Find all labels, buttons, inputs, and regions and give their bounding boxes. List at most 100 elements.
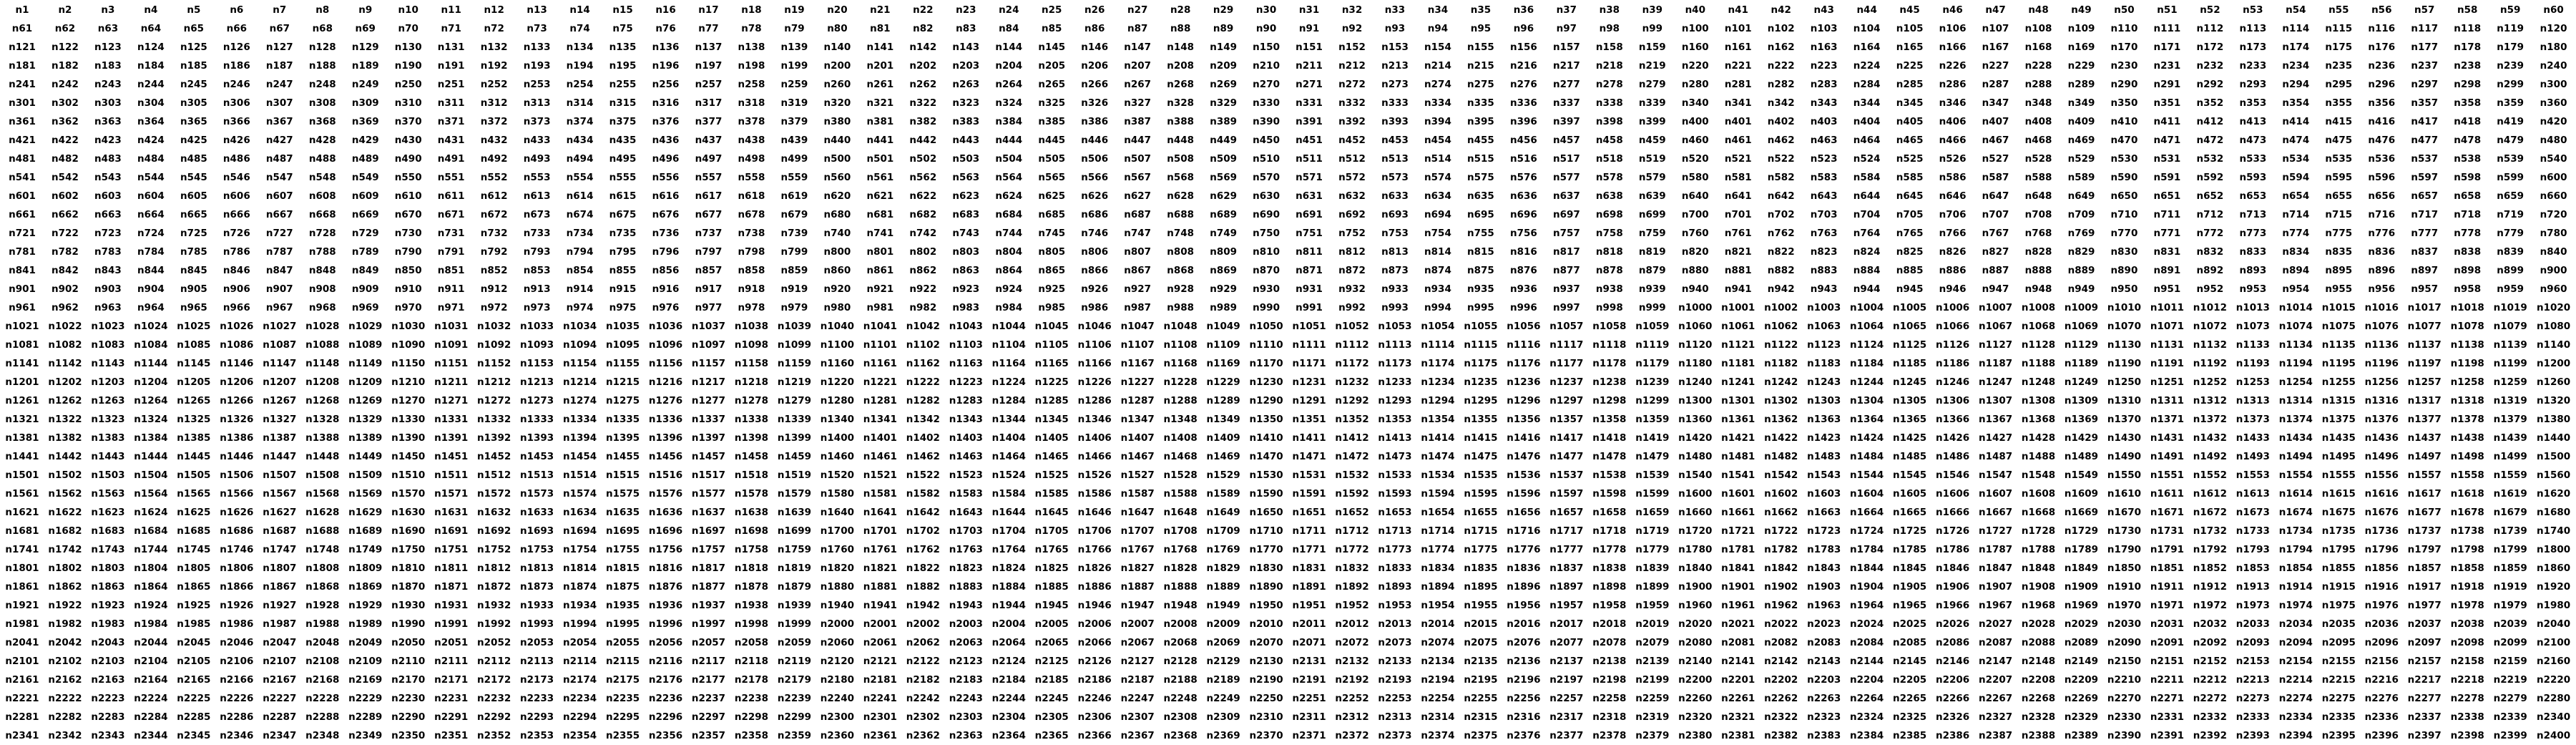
grid-cell: n1818 [734, 563, 769, 574]
grid-cell: n1012 [2193, 302, 2227, 313]
grid-cell: n882 [1767, 265, 1795, 276]
grid-cell: n1369 [2064, 414, 2099, 425]
grid-cell: n1237 [1549, 376, 1584, 388]
grid-cell: n1104 [991, 339, 1026, 351]
grid-cell: n1355 [1464, 414, 1498, 425]
grid-cell: n1688 [305, 525, 340, 537]
grid-cell: n995 [1467, 302, 1494, 313]
grid-cell: n2169 [348, 674, 383, 686]
grid-cell: n2160 [2536, 656, 2571, 667]
grid-cell: n1370 [2107, 414, 2142, 425]
grid-cell: n1300 [1678, 395, 1713, 406]
grid-cell: n1219 [777, 376, 812, 388]
grid-cell: n695 [1467, 209, 1494, 220]
grid-cell: n2311 [1292, 711, 1326, 723]
grid-cell: n938 [1595, 283, 1623, 295]
grid-cell: n1191 [2150, 358, 2185, 369]
grid-cell: n846 [222, 265, 250, 276]
grid-cell: n2236 [648, 693, 683, 704]
grid-cell: n2308 [1163, 711, 1198, 723]
grid-cell: n841 [9, 265, 36, 276]
grid-cell: n778 [2454, 228, 2482, 239]
grid-cell: n621 [866, 190, 894, 202]
grid-cell: n727 [265, 228, 293, 239]
grid-cell: n177 [2411, 42, 2439, 53]
grid-cell: n1454 [562, 451, 597, 462]
grid-cell: n1088 [305, 339, 340, 351]
grid-cell: n354 [2282, 97, 2310, 109]
grid-cell: n2364 [991, 730, 1026, 741]
grid-cell: n466 [1939, 135, 1967, 146]
grid-cell: n2082 [1764, 637, 1798, 648]
grid-cell: n2306 [1077, 711, 1112, 723]
grid-cell: n517 [1552, 153, 1580, 165]
grid-cell: n1965 [1893, 600, 1927, 611]
grid-cell: n489 [351, 153, 379, 165]
grid-cell: n1163 [949, 358, 983, 369]
grid-cell: n681 [866, 209, 894, 220]
grid-cell: n1705 [1034, 525, 1069, 537]
grid-cell: n4 [144, 4, 158, 16]
grid-cell: n341 [1724, 97, 1752, 109]
grid-cell: n1221 [863, 376, 897, 388]
grid-cell: n432 [480, 135, 508, 146]
grid-cell: n603 [94, 190, 122, 202]
grid-cell: n1157 [691, 358, 726, 369]
grid-cell: n1775 [1464, 544, 1498, 555]
grid-cell: n326 [1081, 97, 1109, 109]
grid-cell: n968 [308, 302, 336, 313]
grid-cell: n1587 [1120, 488, 1155, 500]
grid-cell: n381 [866, 116, 894, 127]
grid-cell: n1652 [1335, 507, 1369, 518]
grid-cell: n679 [780, 209, 808, 220]
grid-row: n661 n662 n663 n664 n665 n666 n667 n668 n669 n670… [1, 206, 2575, 223]
grid-cell: n1447 [263, 451, 297, 462]
grid-cell: n138 [738, 42, 765, 53]
grid-cell: n744 [995, 228, 1023, 239]
grid-cell: n1627 [263, 507, 297, 518]
grid-cell: n1844 [1850, 563, 1884, 574]
grid-cell: n1921 [5, 600, 39, 611]
grid-cell: n2227 [263, 693, 297, 704]
grid-cell: n1036 [648, 321, 683, 332]
grid-cell: n1527 [1120, 469, 1155, 481]
grid-cell: n2251 [1292, 693, 1326, 704]
grid-cell: n1289 [1206, 395, 1240, 406]
grid-cell: n1284 [991, 395, 1026, 406]
grid-cell: n1822 [906, 563, 940, 574]
grid-cell: n2142 [1764, 656, 1798, 667]
grid-cell: n74 [569, 23, 590, 34]
grid-cell: n838 [2454, 246, 2482, 258]
grid-cell: n193 [523, 60, 551, 72]
grid-cell: n1684 [134, 525, 168, 537]
grid-cell: n255 [609, 79, 637, 90]
grid-cell: n1401 [863, 432, 897, 444]
grid-cell: n141 [866, 42, 894, 53]
grid-cell: n551 [437, 172, 465, 183]
grid-cell: n869 [1210, 265, 1237, 276]
grid-cell: n1631 [434, 507, 469, 518]
grid-cell: n262 [909, 79, 937, 90]
grid-cell: n38 [1599, 4, 1620, 16]
grid-cell: n1046 [1077, 321, 1112, 332]
grid-cell: n1468 [1163, 451, 1198, 462]
grid-cell: n1242 [1764, 376, 1798, 388]
grid-cell: n967 [265, 302, 293, 313]
grid-cell: n1488 [2021, 451, 2056, 462]
grid-cell: n406 [1939, 116, 1967, 127]
grid-cell: n1218 [734, 376, 769, 388]
grid-cell: n1791 [2150, 544, 2185, 555]
grid-cell: n925 [1038, 283, 1066, 295]
grid-cell: n1976 [2364, 600, 2399, 611]
grid-cell: n2078 [1592, 637, 1627, 648]
grid-cell: n732 [480, 228, 508, 239]
grid-cell: n108 [2024, 23, 2052, 34]
grid-cell: n459 [1638, 135, 1666, 146]
grid-cell: n1671 [2150, 507, 2185, 518]
grid-cell: n1588 [1163, 488, 1198, 500]
grid-cell: n374 [566, 116, 594, 127]
grid-cell: n1764 [991, 544, 1026, 555]
grid-cell: n1286 [1077, 395, 1112, 406]
grid-cell: n1975 [2321, 600, 2356, 611]
grid-cell: n2301 [863, 711, 897, 723]
